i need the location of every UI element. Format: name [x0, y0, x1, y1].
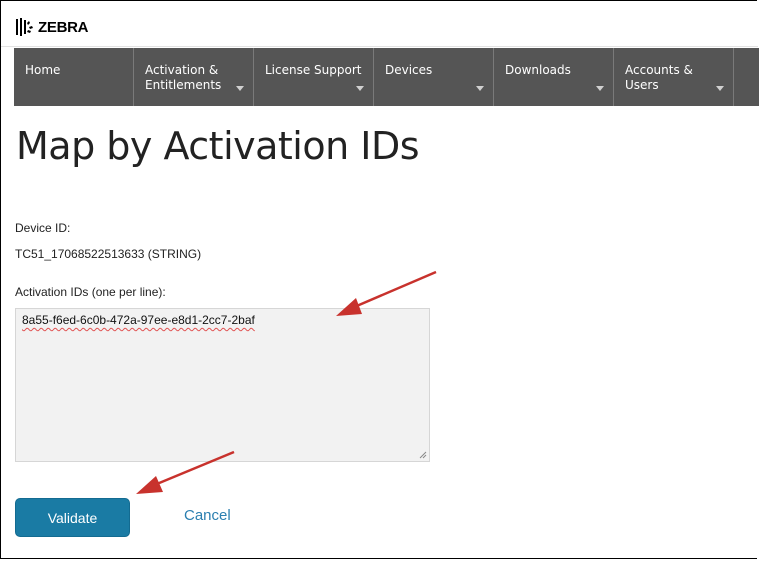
main-nav: Home Activation & Entitlements License S…	[14, 48, 759, 106]
chevron-down-icon	[356, 86, 364, 91]
activation-ids-value: 8a55-f6ed-6c0b-472a-97ee-e8d1-2cc7-2baf	[22, 313, 255, 327]
brand-name: ZEBRA	[38, 18, 89, 36]
chevron-down-icon	[596, 86, 604, 91]
validate-button[interactable]: Validate	[15, 498, 130, 537]
nav-item-label: Home	[25, 63, 61, 77]
nav-item-home[interactable]: Home	[14, 48, 134, 106]
nav-item-label: License Support	[265, 63, 362, 77]
zebra-logo[interactable]: ZEBRA	[13, 17, 88, 37]
nav-item-devices[interactable]: Devices	[374, 48, 494, 106]
device-id-label: Device ID:	[15, 221, 71, 235]
chevron-down-icon	[476, 86, 484, 91]
chevron-down-icon	[716, 86, 724, 91]
nav-item-overflow[interactable]	[734, 48, 759, 106]
nav-item-label: Downloads	[505, 63, 571, 77]
nav-item-license-support[interactable]: License Support	[254, 48, 374, 106]
nav-item-accounts-users[interactable]: Accounts & Users	[614, 48, 734, 106]
device-id-value: TC51_17068522513633 (STRING)	[15, 247, 202, 261]
cancel-link[interactable]: Cancel	[184, 507, 231, 524]
top-header: ZEBRA	[1, 1, 758, 47]
nav-item-downloads[interactable]: Downloads	[494, 48, 614, 106]
nav-item-label-2: Entitlements	[145, 78, 222, 92]
page-title: Map by Activation IDs	[16, 124, 420, 168]
nav-item-label: Activation &	[145, 63, 219, 77]
nav-item-label-2: Users	[625, 78, 659, 92]
nav-item-label: Devices	[385, 63, 433, 77]
resize-handle-icon[interactable]	[419, 451, 427, 459]
activation-ids-textarea[interactable]: 8a55-f6ed-6c0b-472a-97ee-e8d1-2cc7-2baf	[15, 308, 430, 462]
chevron-down-icon	[236, 86, 244, 91]
nav-item-label: Accounts &	[625, 63, 693, 77]
nav-item-activation-entitlements[interactable]: Activation & Entitlements	[134, 48, 254, 106]
zebra-head-icon	[16, 18, 33, 36]
activation-ids-label: Activation IDs (one per line):	[15, 285, 166, 299]
